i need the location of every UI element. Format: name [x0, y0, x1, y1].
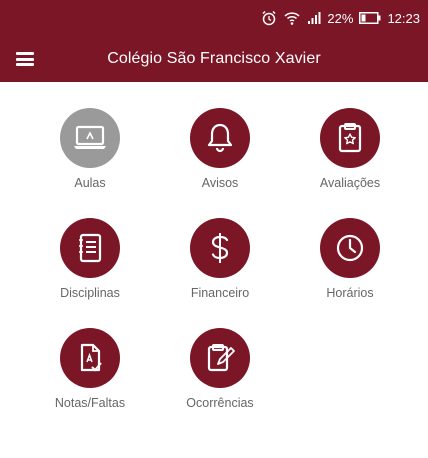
menu-tile-notas-faltas[interactable]: Notas/Faltas — [35, 328, 145, 410]
status-icons: 22% 12:23 — [261, 10, 420, 26]
menu-label: Notas/Faltas — [54, 396, 126, 410]
menu-label: Aulas — [74, 176, 106, 190]
wifi-icon — [283, 10, 301, 26]
menu-tile-horarios[interactable]: Horários — [295, 218, 405, 300]
app-bar: Colégio São Francisco Xavier — [0, 36, 428, 82]
clipboard-pencil-icon — [190, 328, 250, 388]
grade-document-icon — [60, 328, 120, 388]
notebook-icon — [60, 218, 120, 278]
menu-tile-ocorrencias[interactable]: Ocorrências — [165, 328, 275, 410]
app-title: Colégio São Francisco Xavier — [107, 50, 321, 67]
menu-tile-financeiro[interactable]: Financeiro — [165, 218, 275, 300]
bell-icon — [190, 108, 250, 168]
menu-label: Avisos — [201, 176, 239, 190]
clock-icon — [320, 218, 380, 278]
menu-label: Disciplinas — [60, 286, 120, 300]
menu-tile-avisos[interactable]: Avisos — [165, 108, 275, 190]
alarm-icon — [261, 10, 277, 26]
laptop-icon — [60, 108, 120, 168]
dollar-icon — [190, 218, 250, 278]
clock-time: 12:23 — [387, 10, 420, 26]
signal-icon — [307, 11, 321, 25]
battery-icon — [359, 12, 381, 24]
menu-label: Horários — [326, 286, 374, 300]
status-bar: 22% 12:23 — [0, 0, 428, 36]
menu-tile-disciplinas[interactable]: Disciplinas — [35, 218, 145, 300]
menu-tile-avaliacoes[interactable]: Avaliações — [295, 108, 405, 190]
menu-label: Avaliações — [319, 176, 381, 190]
clipboard-star-icon — [320, 108, 380, 168]
menu-label: Financeiro — [190, 286, 250, 300]
menu-label: Ocorrências — [186, 396, 254, 410]
menu-tile-aulas[interactable]: Aulas — [35, 108, 145, 190]
battery-percent: 22% — [327, 10, 354, 26]
